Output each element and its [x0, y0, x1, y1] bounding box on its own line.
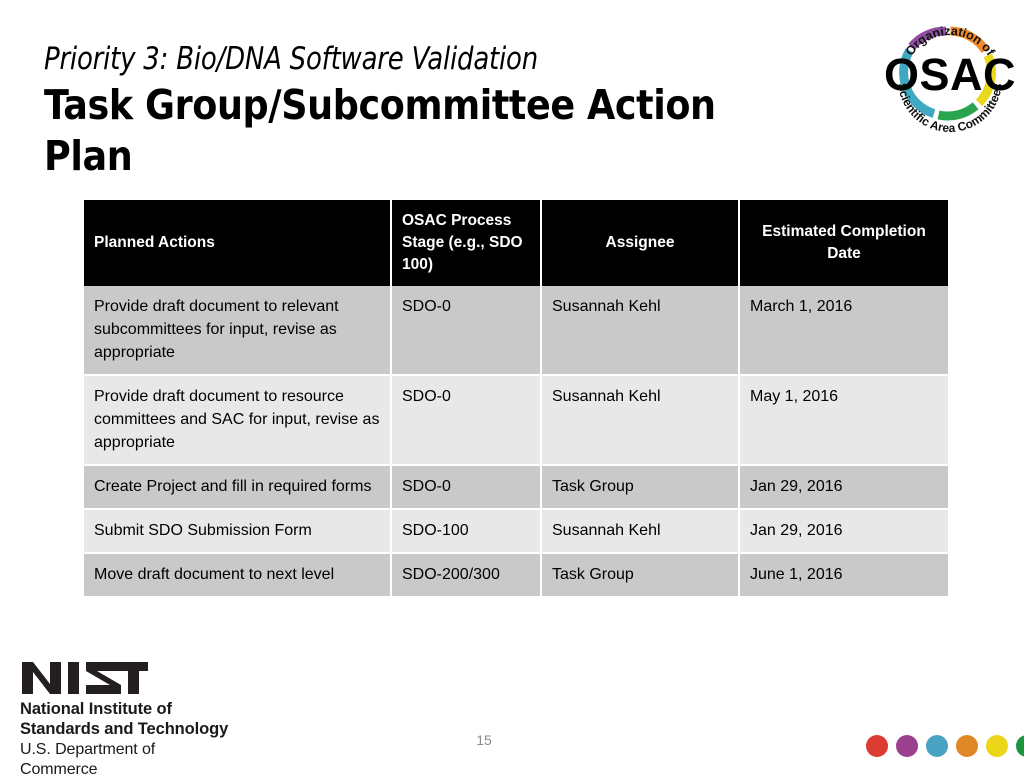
cell-planned-action: Submit SDO Submission Form: [84, 510, 392, 554]
decorative-dot-row: [866, 735, 1024, 757]
nist-line-3: U.S. Department of Commerce: [20, 741, 156, 778]
page-title: Task Group/Subcommittee Action Plan: [44, 81, 716, 180]
cell-planned-action: Move draft document to next level: [84, 554, 392, 598]
table-row: Submit SDO Submission Form SDO-100 Susan…: [84, 510, 948, 554]
dot-red: [866, 735, 888, 757]
nist-text-lines: National Institute of Standards and Tech…: [20, 700, 235, 780]
action-plan-table: Planned Actions OSAC Process Stage (e.g.…: [84, 200, 948, 598]
cell-assignee: Susannah Kehl: [542, 510, 740, 554]
dot-purple: [896, 735, 918, 757]
dot-orange: [956, 735, 978, 757]
cell-assignee: Susannah Kehl: [542, 376, 740, 466]
cell-completion-date: Jan 29, 2016: [740, 510, 948, 554]
cell-process-stage: SDO-100: [392, 510, 542, 554]
cell-completion-date: March 1, 2016: [740, 286, 948, 376]
nist-wordmark-icon: [22, 662, 148, 694]
dot-teal: [926, 735, 948, 757]
cell-process-stage: SDO-0: [392, 466, 542, 510]
cell-assignee: Task Group: [542, 554, 740, 598]
table-row: Move draft document to next level SDO-20…: [84, 554, 948, 598]
table-body: Provide draft document to relevant subco…: [84, 286, 948, 598]
nist-logo: National Institute of Standards and Tech…: [20, 660, 235, 780]
cell-process-stage: SDO-0: [392, 376, 542, 466]
slide-title-block: Priority 3: Bio/DNA Software Validation …: [44, 40, 834, 182]
nist-line-1: National Institute of: [20, 700, 172, 718]
table-row: Provide draft document to relevant subco…: [84, 286, 948, 376]
cell-completion-date: May 1, 2016: [740, 376, 948, 466]
table-row: Create Project and fill in required form…: [84, 466, 948, 510]
table-row: Provide draft document to resource commi…: [84, 376, 948, 466]
slide-subtitle: Priority 3: Bio/DNA Software Validation: [44, 41, 538, 77]
table-header-row: Planned Actions OSAC Process Stage (e.g.…: [84, 200, 948, 286]
table-header: Planned Actions OSAC Process Stage (e.g.…: [84, 200, 948, 286]
osac-logo: Organization of Scientific Area Committe…: [884, 8, 1016, 144]
column-header-planned-actions: Planned Actions: [84, 200, 392, 286]
cell-assignee: Susannah Kehl: [542, 286, 740, 376]
dot-yellow: [986, 735, 1008, 757]
cell-assignee: Task Group: [542, 466, 740, 510]
cell-completion-date: June 1, 2016: [740, 554, 948, 598]
column-header-osac-process-stage: OSAC Process Stage (e.g., SDO 100): [392, 200, 542, 286]
column-header-estimated-completion-date: Estimated Completion Date: [740, 200, 948, 286]
cell-completion-date: Jan 29, 2016: [740, 466, 948, 510]
cell-planned-action: Create Project and fill in required form…: [84, 466, 392, 510]
cell-planned-action: Provide draft document to resource commi…: [84, 376, 392, 466]
cell-planned-action: Provide draft document to relevant subco…: [84, 286, 392, 376]
cell-process-stage: SDO-0: [392, 286, 542, 376]
page-number: 15: [476, 732, 492, 748]
osac-wordmark: OSAC: [884, 49, 1016, 100]
nist-line-2: Standards and Technology: [20, 719, 229, 738]
dot-green: [1016, 735, 1024, 757]
cell-process-stage: SDO-200/300: [392, 554, 542, 598]
column-header-assignee: Assignee: [542, 200, 740, 286]
